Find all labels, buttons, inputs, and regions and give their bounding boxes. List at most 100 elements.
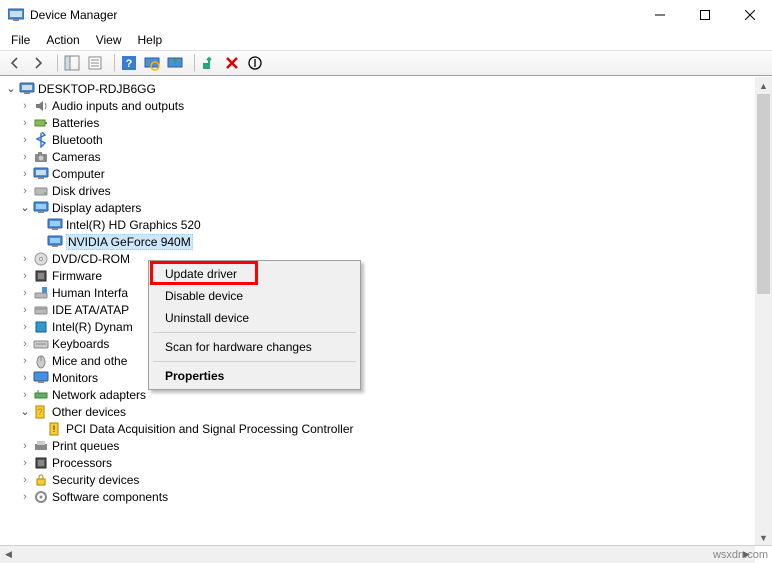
menu-update-driver[interactable]: Update driver bbox=[151, 263, 358, 285]
menu-properties[interactable]: Properties bbox=[151, 365, 358, 387]
uninstall-device-button[interactable] bbox=[221, 52, 243, 74]
expand-icon[interactable]: › bbox=[18, 116, 32, 130]
menu-disable-device[interactable]: Disable device bbox=[151, 285, 358, 307]
tree-mice[interactable]: › Mice and othe bbox=[0, 352, 755, 369]
tree-display[interactable]: ⌄ Display adapters bbox=[0, 199, 755, 216]
back-button[interactable] bbox=[4, 52, 26, 74]
expand-icon[interactable]: › bbox=[18, 167, 32, 181]
tree-label: Firmware bbox=[52, 269, 102, 283]
other-icon: ? bbox=[32, 404, 50, 420]
toolbar: ? bbox=[0, 50, 772, 76]
tree-intel-dynamic[interactable]: ›Intel(R) Dynam bbox=[0, 318, 755, 335]
expand-icon[interactable]: › bbox=[18, 439, 32, 453]
minimize-button[interactable] bbox=[637, 0, 682, 29]
expand-icon[interactable]: › bbox=[18, 337, 32, 351]
tree-label: Computer bbox=[52, 167, 105, 181]
svg-text:?: ? bbox=[37, 407, 42, 417]
audio-icon bbox=[32, 98, 50, 114]
help-button[interactable]: ? bbox=[118, 52, 140, 74]
tree-label: PCI Data Acquisition and Signal Processi… bbox=[66, 422, 353, 436]
tree-display-nvidia[interactable]: NVIDIA GeForce 940M bbox=[0, 233, 755, 250]
expand-icon[interactable]: › bbox=[18, 456, 32, 470]
scan-hardware-button[interactable] bbox=[141, 52, 163, 74]
menu-bar: File Action View Help bbox=[0, 30, 772, 50]
tree-bluetooth[interactable]: › Bluetooth bbox=[0, 131, 755, 148]
tree-other[interactable]: ⌄? Other devices bbox=[0, 403, 755, 420]
tree-label: Other devices bbox=[52, 405, 126, 419]
menu-uninstall-device[interactable]: Uninstall device bbox=[151, 307, 358, 329]
disable-device-button[interactable] bbox=[244, 52, 266, 74]
vertical-scrollbar[interactable]: ▲ ▼ bbox=[755, 77, 772, 546]
tree-label: Print queues bbox=[52, 439, 119, 453]
tree-display-intel[interactable]: Intel(R) HD Graphics 520 bbox=[0, 216, 755, 233]
expand-icon[interactable]: › bbox=[18, 303, 32, 317]
tree-label: Mice and othe bbox=[52, 354, 127, 368]
scroll-up-icon[interactable]: ▲ bbox=[755, 77, 772, 94]
expand-icon[interactable]: › bbox=[18, 320, 32, 334]
monitor-icon bbox=[32, 370, 50, 386]
expand-icon[interactable]: › bbox=[18, 388, 32, 402]
tree-batteries[interactable]: ›Batteries bbox=[0, 114, 755, 131]
collapse-icon[interactable]: ⌄ bbox=[4, 82, 18, 96]
tree-pci[interactable]: !PCI Data Acquisition and Signal Process… bbox=[0, 420, 755, 437]
menu-help[interactable]: Help bbox=[131, 31, 170, 49]
tree-computer[interactable]: › Computer bbox=[0, 165, 755, 182]
scroll-down-icon[interactable]: ▼ bbox=[755, 529, 772, 546]
bluetooth-icon bbox=[32, 132, 50, 148]
tree-security[interactable]: ›Security devices bbox=[0, 471, 755, 488]
update-driver-button[interactable] bbox=[164, 52, 186, 74]
expand-icon[interactable]: › bbox=[18, 286, 32, 300]
show-hide-tree-button[interactable] bbox=[61, 52, 83, 74]
expand-icon[interactable]: › bbox=[18, 473, 32, 487]
expand-icon[interactable]: › bbox=[18, 184, 32, 198]
properties-button[interactable] bbox=[84, 52, 106, 74]
close-button[interactable] bbox=[727, 0, 772, 29]
tree-software[interactable]: ›Software components bbox=[0, 488, 755, 505]
tree-label: Bluetooth bbox=[52, 133, 103, 147]
tree-label: Monitors bbox=[52, 371, 98, 385]
expand-icon[interactable]: › bbox=[18, 252, 32, 266]
tree-disk[interactable]: ›Disk drives bbox=[0, 182, 755, 199]
tree-label: Display adapters bbox=[52, 201, 141, 215]
tree-cameras[interactable]: › Cameras bbox=[0, 148, 755, 165]
expand-icon[interactable]: › bbox=[18, 371, 32, 385]
device-tree[interactable]: ⌄DESKTOP-RDJB6GG ›Audio inputs and outpu… bbox=[0, 77, 755, 546]
tree-label: DVD/CD-ROM bbox=[52, 252, 130, 266]
tree-processors[interactable]: ›Processors bbox=[0, 454, 755, 471]
ide-icon bbox=[32, 302, 50, 318]
expand-icon[interactable]: › bbox=[18, 150, 32, 164]
tree-label: NVIDIA GeForce 940M bbox=[66, 234, 193, 250]
chip-icon bbox=[32, 319, 50, 335]
horizontal-scrollbar[interactable]: ◀ ▶ bbox=[0, 546, 755, 563]
enable-device-button[interactable] bbox=[198, 52, 220, 74]
tree-root[interactable]: ⌄DESKTOP-RDJB6GG bbox=[0, 80, 755, 97]
tree-audio[interactable]: ›Audio inputs and outputs bbox=[0, 97, 755, 114]
tree-keyboards[interactable]: ›Keyboards bbox=[0, 335, 755, 352]
expand-icon[interactable]: › bbox=[18, 99, 32, 113]
tree-firmware[interactable]: › Firmware bbox=[0, 267, 755, 284]
collapse-icon[interactable]: ⌄ bbox=[18, 201, 32, 215]
menu-action[interactable]: Action bbox=[39, 31, 86, 49]
menu-file[interactable]: File bbox=[4, 31, 37, 49]
expand-icon[interactable]: › bbox=[18, 490, 32, 504]
expand-icon[interactable]: › bbox=[18, 354, 32, 368]
expand-icon[interactable]: › bbox=[18, 269, 32, 283]
tree-dvd[interactable]: › DVD/CD-ROM bbox=[0, 250, 755, 267]
menu-view[interactable]: View bbox=[89, 31, 129, 49]
tree-monitors[interactable]: › Monitors bbox=[0, 369, 755, 386]
tree-ide[interactable]: ›IDE ATA/ATAP bbox=[0, 301, 755, 318]
processor-icon bbox=[32, 455, 50, 471]
expand-icon[interactable]: › bbox=[18, 133, 32, 147]
tree-hid[interactable]: › Human Interfa bbox=[0, 284, 755, 301]
menu-scan-hardware[interactable]: Scan for hardware changes bbox=[151, 336, 358, 358]
keyboard-icon bbox=[32, 336, 50, 352]
scrollbar-thumb[interactable] bbox=[757, 94, 770, 294]
maximize-button[interactable] bbox=[682, 0, 727, 29]
scroll-left-icon[interactable]: ◀ bbox=[0, 546, 17, 563]
tree-label: Human Interfa bbox=[52, 286, 128, 300]
tree-printq[interactable]: › Print queues bbox=[0, 437, 755, 454]
collapse-icon[interactable]: ⌄ bbox=[18, 405, 32, 419]
tree-label: Cameras bbox=[52, 150, 101, 164]
tree-network[interactable]: ›Network adapters bbox=[0, 386, 755, 403]
forward-button[interactable] bbox=[27, 52, 49, 74]
